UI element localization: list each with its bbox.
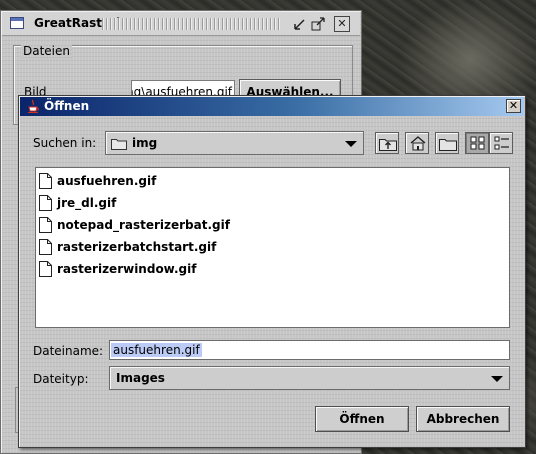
- dialog-title: Öffnen: [44, 99, 90, 113]
- file-icon: [39, 195, 52, 211]
- look-in-label: Suchen in:: [33, 136, 97, 150]
- chevron-down-icon: [491, 376, 503, 382]
- file-icon: [39, 217, 52, 233]
- filetype-value: Images: [116, 371, 165, 385]
- file-list[interactable]: ausfuehren.gif jre_dl.gif notepad_raster…: [35, 167, 510, 328]
- new-folder-button[interactable]: [435, 132, 459, 154]
- open-file-dialog: Öffnen ✕ Suchen in: img ausfuehren.gif j…: [18, 95, 526, 448]
- file-icon: [39, 239, 52, 255]
- java-cup-icon: [28, 99, 39, 113]
- file-icon: [39, 173, 52, 189]
- list-item[interactable]: jre_dl.gif: [39, 193, 116, 213]
- filetype-combo[interactable]: Images: [109, 366, 510, 390]
- close-icon[interactable]: ✕: [334, 16, 350, 32]
- filename-input[interactable]: ausfuehren.gif: [109, 340, 510, 360]
- file-name: rasterizerbatchstart.gif: [57, 240, 217, 254]
- cancel-button[interactable]: Abbrechen: [416, 406, 510, 432]
- file-name: rasterizerwindow.gif: [57, 262, 197, 276]
- list-item[interactable]: ausfuehren.gif: [39, 171, 156, 191]
- details-view-button[interactable]: [489, 132, 513, 154]
- list-view-icon: [470, 136, 485, 150]
- maximize-icon[interactable]: [310, 16, 326, 32]
- folder-icon: [111, 139, 127, 150]
- list-item[interactable]: rasterizerwindow.gif: [39, 259, 196, 279]
- dialog-titlebar[interactable]: Öffnen ✕: [20, 97, 524, 116]
- list-view-button[interactable]: [465, 132, 489, 154]
- home-icon: [410, 136, 426, 151]
- file-name: notepad_rasterizerbat.gif: [57, 218, 230, 232]
- folder-up-icon: [379, 139, 397, 151]
- window-icon: [10, 17, 24, 29]
- details-view-icon: [494, 136, 509, 150]
- file-name: jre_dl.gif: [57, 196, 117, 210]
- background-titlebar[interactable]: GreatRasterizer ✕: [2, 12, 360, 36]
- look-in-value: img: [132, 136, 158, 150]
- new-folder-icon: [439, 139, 457, 151]
- filename-label: Dateiname:: [33, 344, 104, 358]
- minimize-icon[interactable]: [292, 16, 308, 32]
- list-item[interactable]: notepad_rasterizerbat.gif: [39, 215, 230, 235]
- open-button[interactable]: Öffnen: [315, 406, 409, 432]
- list-item[interactable]: rasterizerbatchstart.gif: [39, 237, 216, 257]
- titlebar-grip: [102, 18, 280, 30]
- home-button[interactable]: [405, 132, 429, 154]
- chevron-down-icon: [345, 141, 357, 147]
- up-one-level-button[interactable]: [375, 132, 399, 154]
- file-icon: [39, 261, 52, 277]
- look-in-combo[interactable]: img: [105, 131, 364, 155]
- file-name: ausfuehren.gif: [57, 174, 157, 188]
- filename-value: ausfuehren.gif: [111, 343, 202, 357]
- dialog-close-icon[interactable]: ✕: [506, 99, 521, 113]
- filetype-label: Dateityp:: [33, 372, 89, 386]
- dateien-section-label: Dateien: [23, 44, 71, 58]
